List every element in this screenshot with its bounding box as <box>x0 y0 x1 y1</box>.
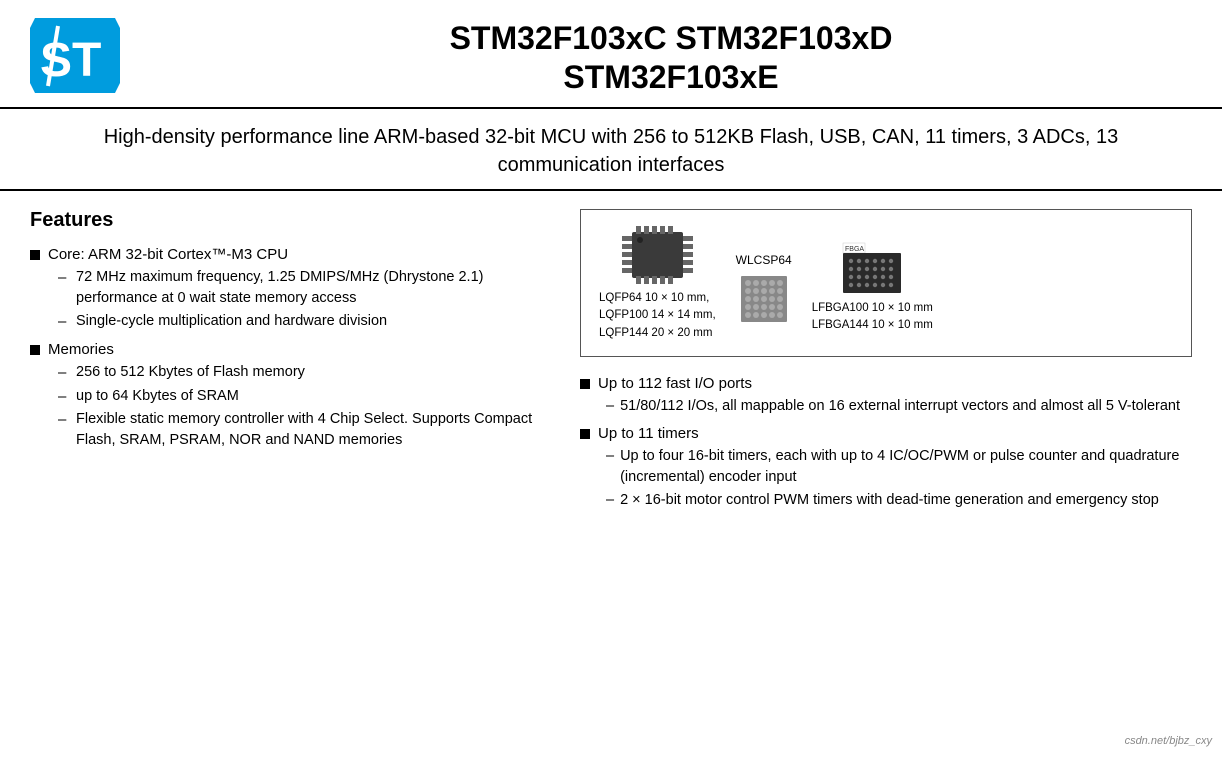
sub-bullet-0-0: – 72 MHz maximum frequency, 1.25 DMIPS/M… <box>58 267 550 309</box>
io-ports-section: Up to 112 fast I/O ports – 51/80/112 I/O… <box>580 375 1192 417</box>
io-ports-main-bullet: Up to 112 fast I/O ports <box>580 375 1192 392</box>
timer-sub-bullet-0: – Up to four 16-bit timers, each with up… <box>606 446 1192 488</box>
io-sub-bullet-0: – 51/80/112 I/Os, all mappable on 16 ext… <box>606 396 1192 417</box>
dash-icon: – <box>606 396 614 417</box>
bullet-square-icon <box>580 379 590 389</box>
lfbga-chip-icon: FBGA <box>841 241 903 296</box>
core-sub-bullets: – 72 MHz maximum frequency, 1.25 DMIPS/M… <box>58 267 550 333</box>
timer-sub-text-1: 2 × 16-bit motor control PWM timers with… <box>620 490 1159 511</box>
timer-sub-text-0: Up to four 16-bit timers, each with up t… <box>620 446 1192 488</box>
subtitle-bar: High-density performance line ARM-based … <box>0 109 1222 191</box>
core-main-bullet: Core: ARM 32-bit Cortex™-M3 CPU <box>30 246 550 263</box>
logo-area: ST <box>30 18 150 97</box>
sub-bullet-1-1-text: up to 64 Kbytes of SRAM <box>76 386 550 407</box>
memories-sub-bullets: – 256 to 512 Kbytes of Flash memory – up… <box>58 362 550 452</box>
main-content: Features Core: ARM 32-bit Cortex™-M3 CPU… <box>0 191 1222 519</box>
watermark: csdn.net/bjbz_cxy <box>1125 735 1212 747</box>
io-ports-label: Up to 112 fast I/O ports <box>598 375 752 392</box>
sub-bullet-0-1-text: Single-cycle multiplication and hardware… <box>76 311 550 332</box>
lfbga-package: FBGA <box>812 241 933 335</box>
memories-main-bullet: Memories <box>30 341 550 358</box>
core-bullet-section: Core: ARM 32-bit Cortex™-M3 CPU – 72 MHz… <box>30 246 550 333</box>
product-title-line2: STM32F103xE <box>150 58 1192 96</box>
features-heading: Features <box>30 209 550 232</box>
page-header: ST STM32F103xC STM32F103xD STM32F103xE <box>0 0 1222 109</box>
svg-text:FBGA: FBGA <box>845 246 864 253</box>
wlcsp-chip-icon <box>740 275 788 323</box>
dash-icon: – <box>58 267 70 289</box>
wlcsp-package: WLCSP64 <box>736 253 792 323</box>
memories-label: Memories <box>48 341 114 358</box>
right-column: LQFP64 10 × 10 mm, LQFP100 14 × 14 mm, L… <box>580 209 1192 519</box>
bullet-square-icon <box>30 250 40 260</box>
timers-section: Up to 11 timers – Up to four 16-bit time… <box>580 425 1192 511</box>
dash-icon: – <box>58 362 70 384</box>
title-area: STM32F103xC STM32F103xD STM32F103xE <box>150 19 1192 96</box>
sub-bullet-1-1: – up to 64 Kbytes of SRAM <box>58 386 550 408</box>
timers-sub-bullets: – Up to four 16-bit timers, each with up… <box>606 446 1192 511</box>
sub-bullet-0-1: – Single-cycle multiplication and hardwa… <box>58 311 550 333</box>
io-ports-sub-bullets: – 51/80/112 I/Os, all mappable on 16 ext… <box>606 396 1192 417</box>
timer-sub-bullet-1: – 2 × 16-bit motor control PWM timers wi… <box>606 490 1192 511</box>
subtitle-text: High-density performance line ARM-based … <box>104 126 1119 176</box>
sub-bullet-0-0-text: 72 MHz maximum frequency, 1.25 DMIPS/MHz… <box>76 267 550 309</box>
dash-icon: – <box>58 386 70 408</box>
timers-label: Up to 11 timers <box>598 425 699 442</box>
dash-icon: – <box>606 446 614 467</box>
dash-icon: – <box>58 409 70 431</box>
dash-icon: – <box>606 490 614 511</box>
package-box: LQFP64 10 × 10 mm, LQFP100 14 × 14 mm, L… <box>580 209 1192 357</box>
io-sub-text-0: 51/80/112 I/Os, all mappable on 16 exter… <box>620 396 1180 417</box>
st-logo: ST <box>30 18 120 93</box>
core-label: Core: ARM 32-bit Cortex™-M3 CPU <box>48 246 288 263</box>
left-column: Features Core: ARM 32-bit Cortex™-M3 CPU… <box>30 209 550 519</box>
bullet-square-icon <box>580 429 590 439</box>
lfbga-label: LFBGA100 10 × 10 mm LFBGA144 10 × 10 mm <box>812 300 933 335</box>
wlcsp-label-top: WLCSP64 <box>736 253 792 267</box>
lqfp-chip-icon <box>620 224 695 286</box>
sub-bullet-1-2-text: Flexible static memory controller with 4… <box>76 409 550 451</box>
sub-bullet-1-0-text: 256 to 512 Kbytes of Flash memory <box>76 362 550 383</box>
lqfp-label: LQFP64 10 × 10 mm, LQFP100 14 × 14 mm, L… <box>599 290 716 342</box>
dash-icon: – <box>58 311 70 333</box>
memories-bullet-section: Memories – 256 to 512 Kbytes of Flash me… <box>30 341 550 452</box>
bullet-square-icon <box>30 345 40 355</box>
timers-main-bullet: Up to 11 timers <box>580 425 1192 442</box>
product-title-line1: STM32F103xC STM32F103xD <box>150 19 1192 57</box>
sub-bullet-1-2: – Flexible static memory controller with… <box>58 409 550 451</box>
sub-bullet-1-0: – 256 to 512 Kbytes of Flash memory <box>58 362 550 384</box>
lqfp-package: LQFP64 10 × 10 mm, LQFP100 14 × 14 mm, L… <box>599 224 716 342</box>
